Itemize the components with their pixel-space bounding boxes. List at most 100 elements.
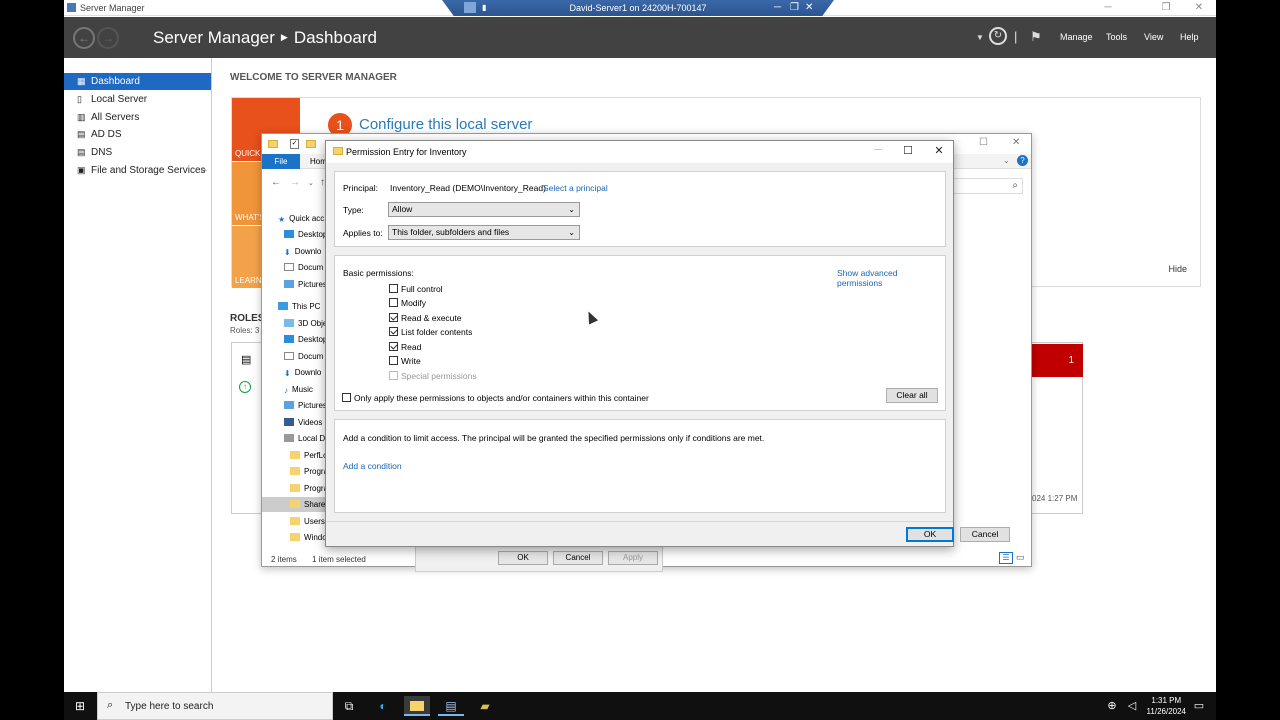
new-folder-icon[interactable] xyxy=(306,140,316,148)
ok-button[interactable]: OK xyxy=(906,527,954,542)
checkbox[interactable] xyxy=(389,356,398,365)
file-explorer-taskbar-icon[interactable] xyxy=(404,696,430,716)
task-view-icon[interactable]: ⧉ xyxy=(336,696,362,716)
remote-desktop-screen: Server Manager ─ ❐ ✕ ▮ David-Server1 on … xyxy=(64,0,1216,720)
permission-full-control[interactable]: Full control xyxy=(389,283,443,295)
checkbox-checked[interactable] xyxy=(389,342,398,351)
tree-item-local-disk[interactable]: Local Di xyxy=(262,431,326,446)
large-icons-view-icon[interactable]: ▭ xyxy=(1016,552,1025,563)
tree-item-music[interactable]: ♪ Music xyxy=(262,382,326,397)
sidebar-item-file-storage[interactable]: ▣ File and Storage Services ▷ xyxy=(64,162,211,179)
edge-browser-icon[interactable]: ◐ xyxy=(370,696,396,716)
tree-item-folder[interactable]: PerfLo xyxy=(262,448,326,463)
expand-ribbon-icon[interactable]: ⌄ xyxy=(1003,156,1010,165)
properties-cancel-button[interactable]: Cancel xyxy=(553,551,603,565)
sidebar-item-dashboard[interactable]: ▦ Dashboard xyxy=(64,73,211,90)
permission-read[interactable]: Read xyxy=(389,341,421,353)
expand-arrow-icon[interactable]: ▷ xyxy=(202,162,207,179)
sidebar-item-all-servers[interactable]: ▥ All Servers xyxy=(64,109,211,126)
sidebar-item-ad-ds[interactable]: ▤ AD DS xyxy=(64,126,211,143)
permission-write[interactable]: Write xyxy=(389,355,421,367)
breadcrumb-page: Dashboard xyxy=(293,28,377,47)
dropdown-arrow-icon[interactable]: ▼ xyxy=(976,33,984,42)
server-manager-taskbar-icon[interactable]: ▤ xyxy=(438,696,464,716)
checkbox[interactable] xyxy=(389,298,398,307)
system-clock[interactable]: 1:31 PM 11/26/2024 xyxy=(1147,695,1186,717)
rdp-close-icon[interactable]: ✕ xyxy=(805,2,813,13)
maximize-icon[interactable]: ☐ xyxy=(899,144,917,157)
permission-modify[interactable]: Modify xyxy=(389,297,426,309)
tree-item-videos[interactable]: Videos xyxy=(262,415,326,430)
permission-list-folder-contents[interactable]: List folder contents xyxy=(389,326,472,338)
show-advanced-permissions-link[interactable]: Show advanced permissions xyxy=(837,268,945,288)
hide-link[interactable]: Hide xyxy=(1168,264,1187,274)
tree-item-pictures[interactable]: Pictures xyxy=(262,277,326,292)
cancel-button[interactable]: Cancel xyxy=(960,527,1010,542)
close-icon[interactable]: ✕ xyxy=(1191,1,1207,14)
select-principal-link[interactable]: Select a principal xyxy=(543,183,608,193)
configure-local-server-link[interactable]: Configure this local server xyxy=(359,116,532,133)
applies-to-dropdown[interactable]: This folder, subfolders and files ⌄ xyxy=(388,225,580,240)
tree-item-windows[interactable]: Windo xyxy=(262,530,326,545)
permission-read-execute[interactable]: Read & execute xyxy=(389,312,461,324)
tree-item-quick-access[interactable]: ★ Quick acc xyxy=(262,211,326,226)
menu-tools[interactable]: Tools xyxy=(1106,32,1127,42)
sidebar-item-dns[interactable]: ▤ DNS xyxy=(64,144,211,161)
restore-icon[interactable]: ❐ xyxy=(1158,1,1174,14)
volume-icon[interactable]: ◁ xyxy=(1119,696,1145,716)
dashboard-icon: ▦ xyxy=(77,76,86,86)
only-apply-within-container[interactable]: Only apply these permissions to objects … xyxy=(342,392,649,404)
tree-item-pictures[interactable]: Pictures xyxy=(262,398,326,413)
menu-manage[interactable]: Manage xyxy=(1060,32,1093,42)
tree-item-folder[interactable]: Progra xyxy=(262,481,326,496)
menu-view[interactable]: View xyxy=(1144,32,1163,42)
sidebar-item-local-server[interactable]: ▯ Local Server xyxy=(64,91,211,108)
refresh-icon[interactable]: ↻ xyxy=(989,27,1007,45)
checkbox-checked[interactable] xyxy=(389,327,398,336)
taskbar-search-box[interactable]: ⌕ Type here to search xyxy=(97,692,333,720)
tree-item-documents[interactable]: Docum xyxy=(262,260,326,275)
explorer-restore-icon[interactable]: ☐ xyxy=(979,137,988,148)
add-condition-link[interactable]: Add a condition xyxy=(343,461,402,471)
notifications-flag-icon[interactable]: ⚑ xyxy=(1030,29,1042,45)
tree-item-3d-objects[interactable]: 3D Objec xyxy=(262,316,326,331)
ribbon-file-tab[interactable]: File xyxy=(262,154,300,169)
clear-all-button[interactable]: Clear all xyxy=(886,388,938,403)
explorer-close-icon[interactable]: ✕ xyxy=(1012,137,1020,148)
explorer-search-box[interactable]: ⌕ xyxy=(943,178,1023,194)
tree-item-desktop[interactable]: Desktop xyxy=(262,227,326,242)
tree-item-users[interactable]: Users xyxy=(262,514,326,529)
tree-item-desktop[interactable]: Desktop xyxy=(262,332,326,347)
tree-item-downloads[interactable]: ⬇ Downlo xyxy=(262,244,326,259)
tree-item-downloads[interactable]: ⬇ Downlo xyxy=(262,365,326,380)
minimize-icon[interactable]: ─ xyxy=(869,144,887,156)
menu-help[interactable]: Help xyxy=(1180,32,1199,42)
details-view-icon[interactable]: ☰ xyxy=(999,552,1013,564)
type-dropdown[interactable]: Allow ⌄ xyxy=(388,202,580,217)
rdp-restore-icon[interactable]: ❐ xyxy=(790,2,799,13)
rdp-minimize-icon[interactable]: ─ xyxy=(774,2,781,13)
help-icon[interactable]: ? xyxy=(1017,155,1028,166)
nav-forward-icon[interactable]: → xyxy=(290,177,300,188)
nav-back-icon[interactable]: ← xyxy=(271,177,281,188)
remote-desktop-taskbar-icon[interactable]: ▰ xyxy=(472,696,498,716)
breadcrumb-app[interactable]: Server Manager xyxy=(153,28,275,47)
properties-apply-button[interactable]: Apply xyxy=(608,551,658,565)
close-icon[interactable]: ✕ xyxy=(930,144,948,157)
alert-count-badge[interactable]: 1 xyxy=(1032,344,1083,377)
minimize-icon[interactable]: ─ xyxy=(1100,1,1116,14)
checkbox[interactable] xyxy=(389,284,398,293)
back-button[interactable]: ← xyxy=(73,27,95,49)
nav-recent-icon[interactable]: ⌄ xyxy=(308,179,314,187)
tree-item-folder[interactable]: Progra xyxy=(262,464,326,479)
checkbox[interactable] xyxy=(342,393,351,402)
windows-start-icon[interactable]: ⊞ xyxy=(67,696,93,716)
tree-item-this-pc[interactable]: This PC xyxy=(262,299,326,314)
forward-button[interactable]: → xyxy=(97,27,119,49)
properties-ok-button[interactable]: OK xyxy=(498,551,548,565)
tree-item-shared[interactable]: Shared xyxy=(262,497,326,512)
properties-icon[interactable]: ✓ xyxy=(290,139,299,149)
checkbox-checked[interactable] xyxy=(389,313,398,322)
notification-center-icon[interactable]: ▭ xyxy=(1186,696,1212,716)
tree-item-documents[interactable]: Docum xyxy=(262,349,326,364)
